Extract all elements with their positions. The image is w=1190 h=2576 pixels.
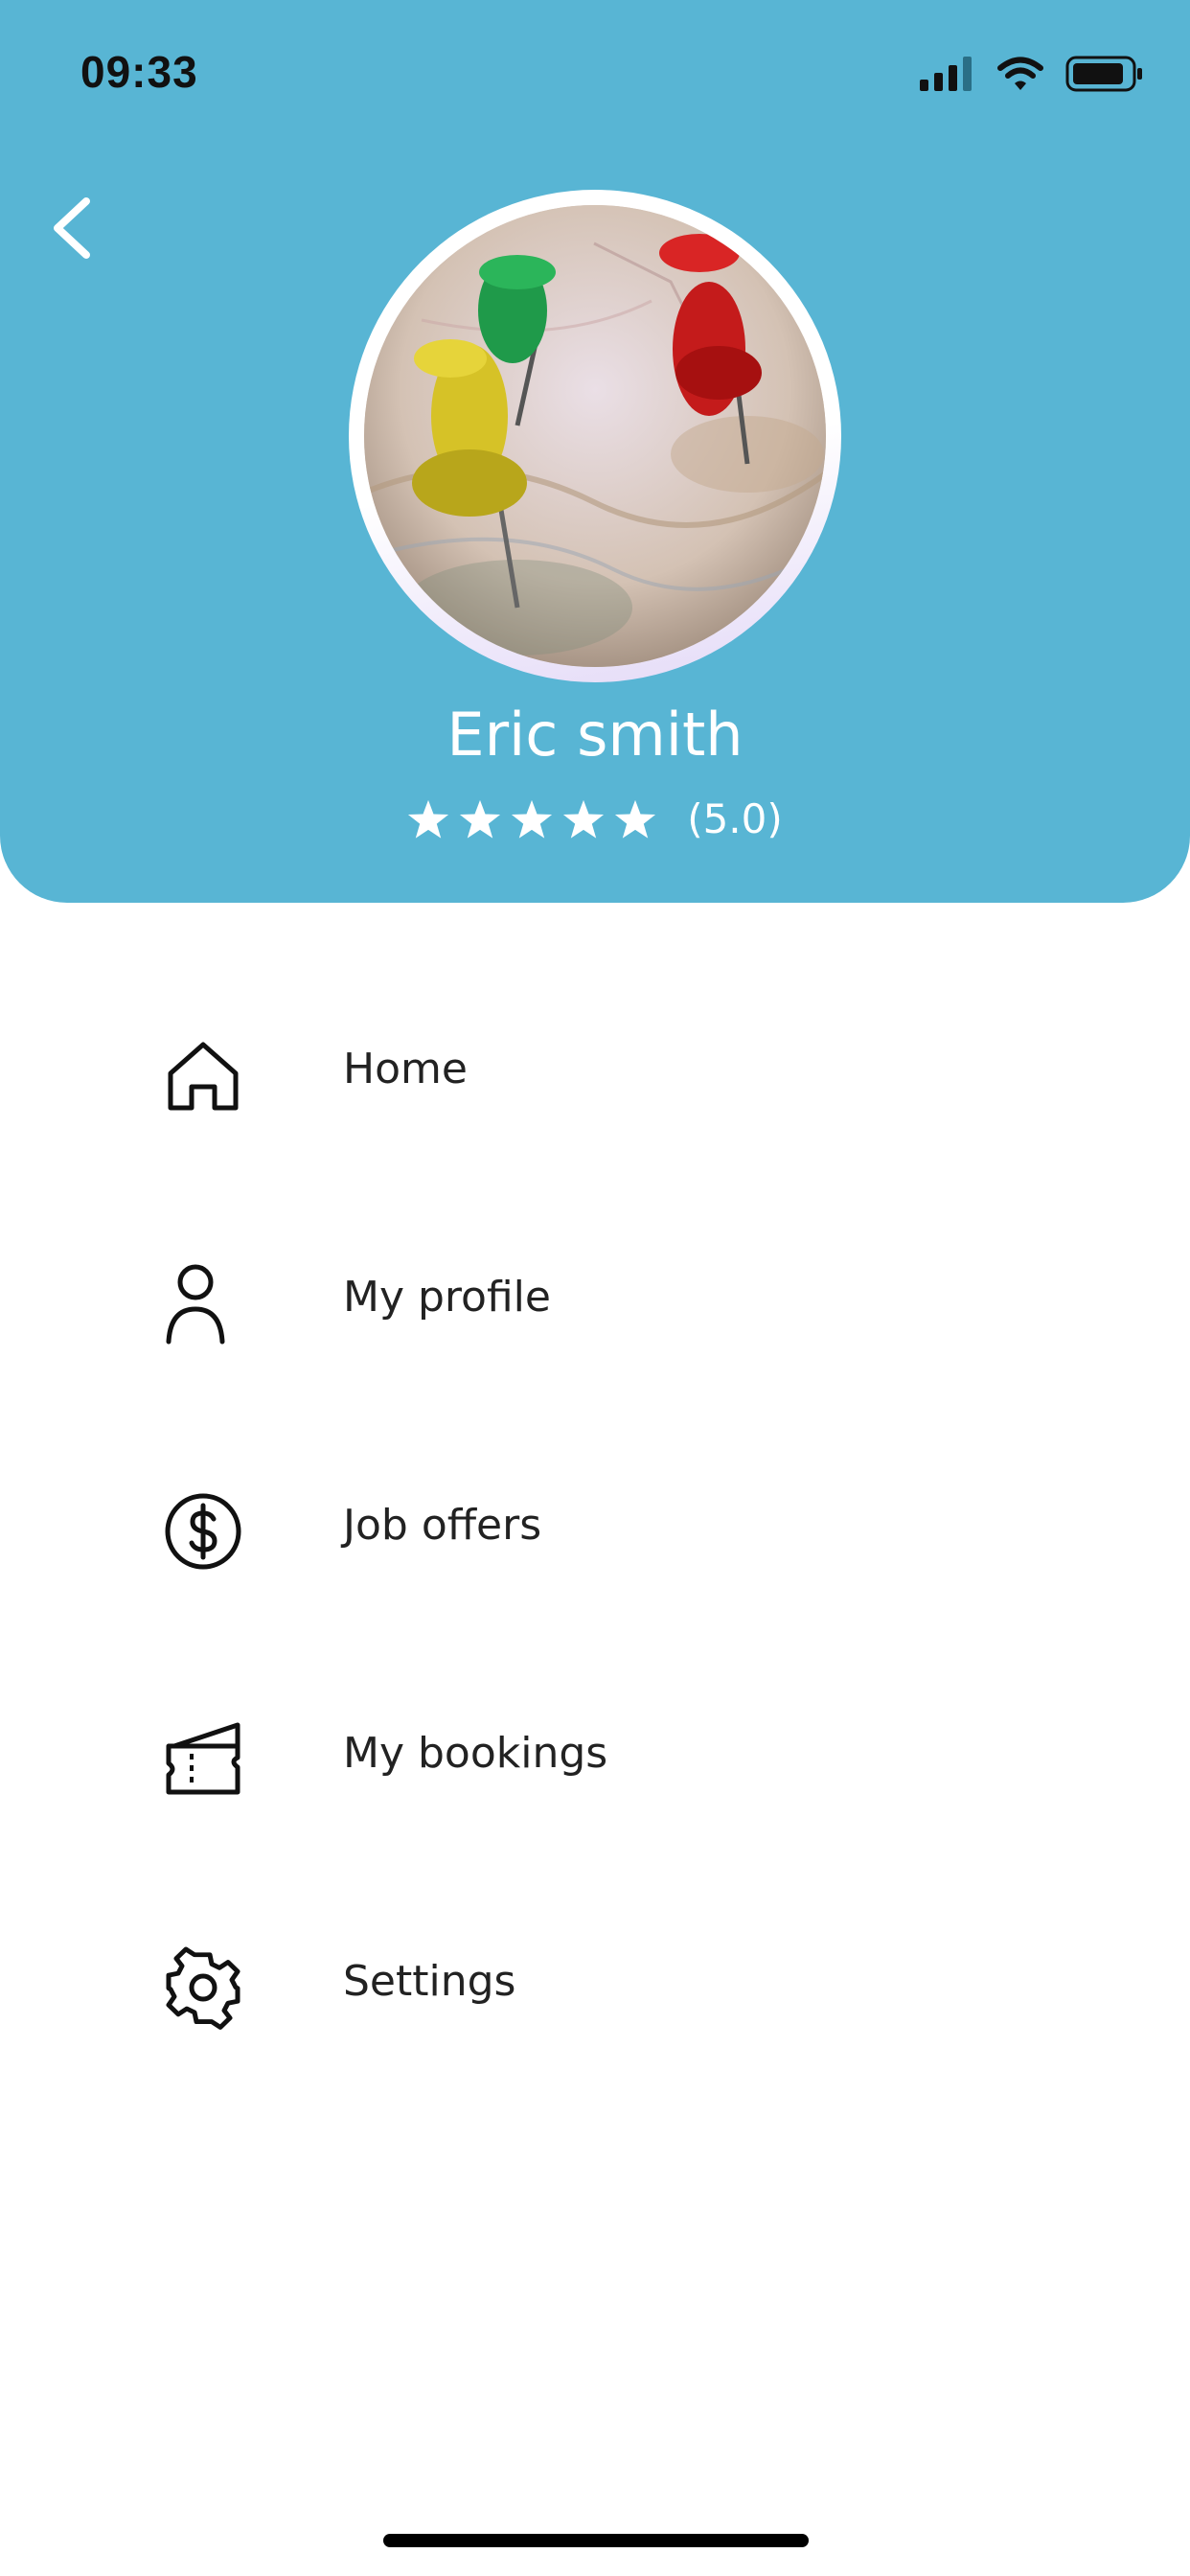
menu-item-my-bookings[interactable]: My bookings bbox=[0, 1683, 1190, 1836]
cellular-signal-icon bbox=[920, 57, 972, 91]
star-rating bbox=[407, 798, 656, 840]
wifi-icon bbox=[997, 57, 1043, 90]
star-icon bbox=[512, 799, 553, 839]
user-icon bbox=[166, 1264, 225, 1345]
menu-item-label: My profile bbox=[343, 1273, 551, 1322]
gear-icon bbox=[166, 1946, 240, 2030]
battery-icon bbox=[1065, 56, 1142, 92]
home-icon bbox=[168, 1042, 239, 1111]
menu-item-label: Home bbox=[343, 1045, 468, 1093]
menu-item-label: Settings bbox=[343, 1957, 516, 2006]
menu-item-label: Job offers bbox=[343, 1501, 542, 1550]
menu-item-home[interactable]: Home bbox=[0, 999, 1190, 1152]
profile-header: 09:33 Eric smith (5.0) bbox=[0, 0, 1190, 903]
rating-row: (5.0) bbox=[0, 795, 1190, 842]
dollar-icon bbox=[165, 1493, 241, 1570]
star-icon bbox=[563, 799, 605, 839]
menu-item-job-offers[interactable]: Job offers bbox=[0, 1455, 1190, 1608]
avatar[interactable] bbox=[364, 205, 826, 667]
menu-item-settings[interactable]: Settings bbox=[0, 1911, 1190, 2064]
status-icons bbox=[920, 52, 1144, 96]
profile-name: Eric smith bbox=[446, 700, 744, 770]
menu-item-my-profile[interactable]: My profile bbox=[0, 1227, 1190, 1380]
rating-value: (5.0) bbox=[687, 795, 783, 842]
star-icon bbox=[408, 799, 449, 839]
pushpin-map-photo bbox=[364, 205, 826, 667]
star-icon bbox=[615, 799, 656, 839]
ticket-icon bbox=[166, 1722, 240, 1795]
screen: 09:33 Eric smith (5.0) Home My profile J… bbox=[0, 0, 1190, 2576]
back-button[interactable] bbox=[42, 190, 100, 266]
star-icon bbox=[460, 799, 501, 839]
status-time: 09:33 bbox=[80, 47, 198, 97]
home-indicator[interactable] bbox=[383, 2534, 809, 2547]
menu-item-label: My bookings bbox=[343, 1729, 608, 1778]
